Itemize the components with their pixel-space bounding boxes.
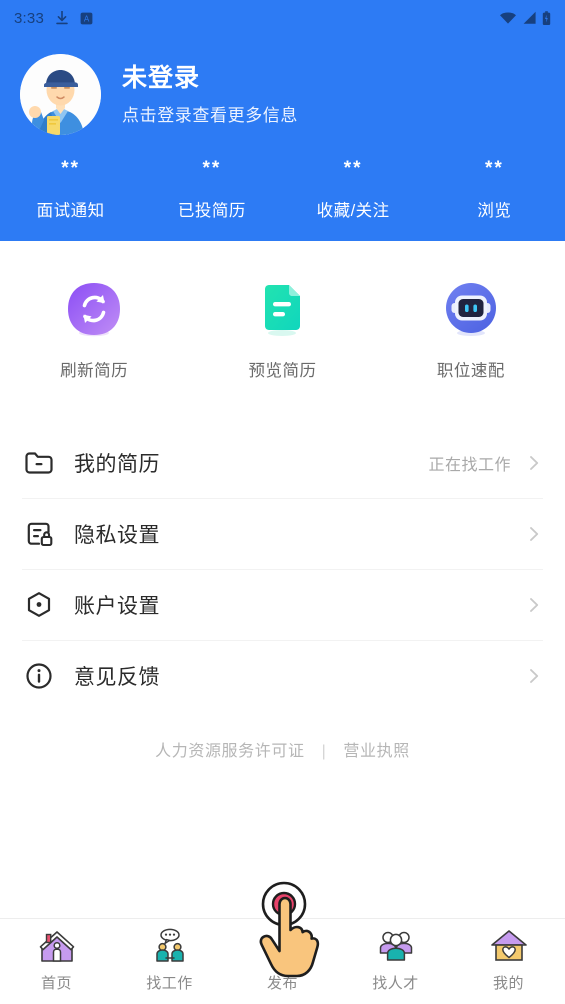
quick-action-preview-resume[interactable]: 预览简历 — [188, 281, 376, 381]
app-screen: 3:33 A 未登录 点击登录查看更多信息 ** 面试通知 ** 已投简历 **… — [0, 0, 565, 1004]
home-icon — [35, 927, 79, 967]
svg-text:A: A — [84, 14, 90, 23]
stat-label: 面试通知 — [36, 202, 105, 220]
profile-subtitle: 点击登录查看更多信息 — [122, 106, 298, 126]
menu-item-label: 账户设置 — [74, 594, 160, 618]
stat-value: ** — [484, 158, 504, 179]
battery-icon — [542, 10, 551, 25]
status-bar-right — [499, 10, 551, 26]
folder-resume-icon — [22, 446, 56, 480]
profile-header: 未登录 点击登录查看更多信息 ** 面试通知 ** 已投简历 ** 收藏/关注 … — [0, 36, 565, 241]
stat-value: ** — [202, 158, 222, 179]
menu-item-account-settings[interactable]: 账户设置 — [22, 569, 543, 640]
tab-label: 发布 — [266, 975, 298, 992]
footer-separator: | — [321, 743, 327, 760]
menu-item-privacy-settings[interactable]: 隐私设置 — [22, 498, 543, 569]
chevron-right-icon — [525, 596, 543, 614]
chevron-right-icon — [525, 454, 543, 472]
avatar[interactable] — [20, 54, 101, 135]
quick-action-label: 刷新简历 — [60, 362, 129, 380]
stat-value: ** — [61, 158, 81, 179]
hr-license-link[interactable]: 人力资源服务许可证 — [155, 743, 304, 760]
status-bar: 3:33 A — [0, 0, 565, 36]
account-hexagon-icon — [22, 588, 56, 622]
tab-label: 找人才 — [372, 975, 419, 992]
stat-interview-notice[interactable]: ** 面试通知 — [0, 159, 141, 221]
quick-action-job-match[interactable]: 职位速配 — [377, 281, 565, 381]
info-circle-icon — [22, 659, 56, 693]
job-match-robot-icon — [443, 281, 499, 337]
tab-label: 首页 — [40, 975, 72, 992]
quick-action-refresh-resume[interactable]: 刷新简历 — [0, 281, 188, 381]
wifi-icon — [500, 12, 516, 24]
profile-stats: ** 面试通知 ** 已投简历 ** 收藏/关注 ** 浏览 — [0, 159, 565, 221]
tab-label: 找工作 — [146, 975, 193, 992]
stat-submitted-resume[interactable]: ** 已投简历 — [141, 159, 282, 221]
tab-label: 我的 — [492, 975, 524, 992]
menu-item-label: 我的简历 — [74, 452, 160, 476]
stat-label: 已投简历 — [177, 202, 246, 220]
preview-resume-icon — [254, 281, 310, 337]
menu-item-label: 隐私设置 — [74, 523, 160, 547]
find-job-icon — [148, 927, 192, 967]
menu-item-feedback[interactable]: 意见反馈 — [22, 640, 543, 711]
status-bar-clock: 3:33 — [14, 9, 44, 27]
stat-favorites-follow[interactable]: ** 收藏/关注 — [283, 159, 424, 221]
app-badge-icon: A — [80, 12, 93, 24]
stat-label: 收藏/关注 — [316, 202, 390, 220]
publish-icon — [261, 927, 305, 967]
menu-item-my-resume[interactable]: 我的简历 正在找工作 — [22, 427, 543, 498]
chevron-right-icon — [525, 667, 543, 685]
avatar-worker-illustration — [20, 54, 101, 135]
tab-publish[interactable]: 发布 — [226, 927, 339, 993]
quick-action-label: 预览简历 — [248, 362, 317, 380]
stat-value: ** — [343, 158, 363, 179]
chevron-right-icon — [525, 525, 543, 543]
profile-login-row[interactable]: 未登录 点击登录查看更多信息 — [0, 36, 565, 135]
tab-home[interactable]: 首页 — [0, 927, 113, 993]
profile-text-block: 未登录 点击登录查看更多信息 — [122, 63, 298, 126]
footer-links: 人力资源服务许可证 | 营业执照 — [0, 737, 565, 761]
refresh-resume-icon — [66, 281, 122, 337]
bottom-navigation: 首页 找工作 发布 找人才 我的 — [0, 918, 565, 1004]
menu-item-label: 意见反馈 — [74, 665, 160, 689]
status-bar-left: 3:33 A — [14, 10, 93, 27]
cellular-signal-icon — [523, 11, 536, 24]
settings-menu: 我的简历 正在找工作 隐私设置 账户设置 意见反馈 — [0, 427, 565, 711]
stat-label: 浏览 — [477, 202, 512, 220]
quick-actions: 刷新简历 预览简历 职位速配 — [0, 241, 565, 409]
tab-find-job[interactable]: 找工作 — [113, 927, 226, 993]
stat-browsed[interactable]: ** 浏览 — [424, 159, 565, 221]
find-talent-icon — [374, 927, 418, 967]
tab-profile[interactable]: 我的 — [452, 927, 565, 993]
section-divider — [0, 409, 565, 427]
profile-title: 未登录 — [122, 63, 201, 92]
privacy-lock-icon — [22, 517, 56, 551]
download-icon — [56, 11, 68, 25]
profile-house-icon — [487, 927, 531, 967]
quick-action-label: 职位速配 — [436, 362, 505, 380]
menu-item-value: 正在找工作 — [428, 456, 511, 474]
business-license-link[interactable]: 营业执照 — [343, 743, 409, 760]
tab-find-talent[interactable]: 找人才 — [339, 927, 452, 993]
